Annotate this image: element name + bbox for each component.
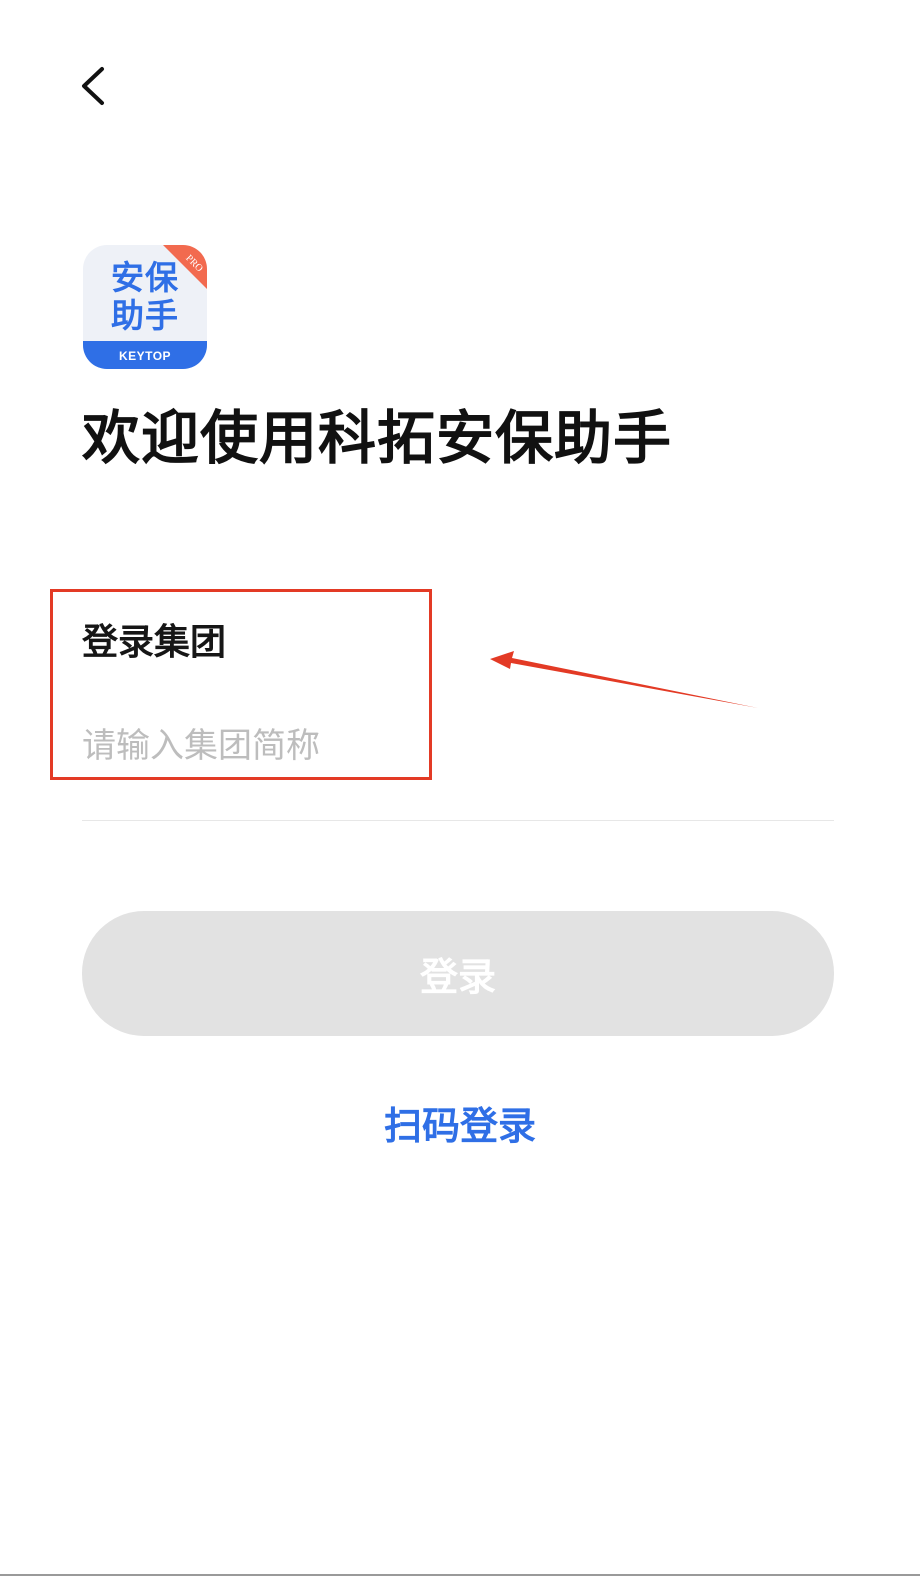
chevron-left-icon [82, 67, 104, 105]
login-button[interactable]: 登录 [82, 911, 834, 1036]
annotation-arrow-icon [490, 651, 758, 708]
app-logo-brand: KEYTOP [83, 341, 207, 369]
back-button[interactable] [72, 58, 116, 114]
page-title: 欢迎使用科拓安保助手 [82, 404, 673, 472]
input-divider [82, 820, 834, 821]
app-logo: 安保 助手 PRO KEYTOP [83, 245, 207, 369]
scan-login-link[interactable]: 扫码登录 [0, 1098, 920, 1154]
annotation-highlight-box [50, 589, 432, 780]
